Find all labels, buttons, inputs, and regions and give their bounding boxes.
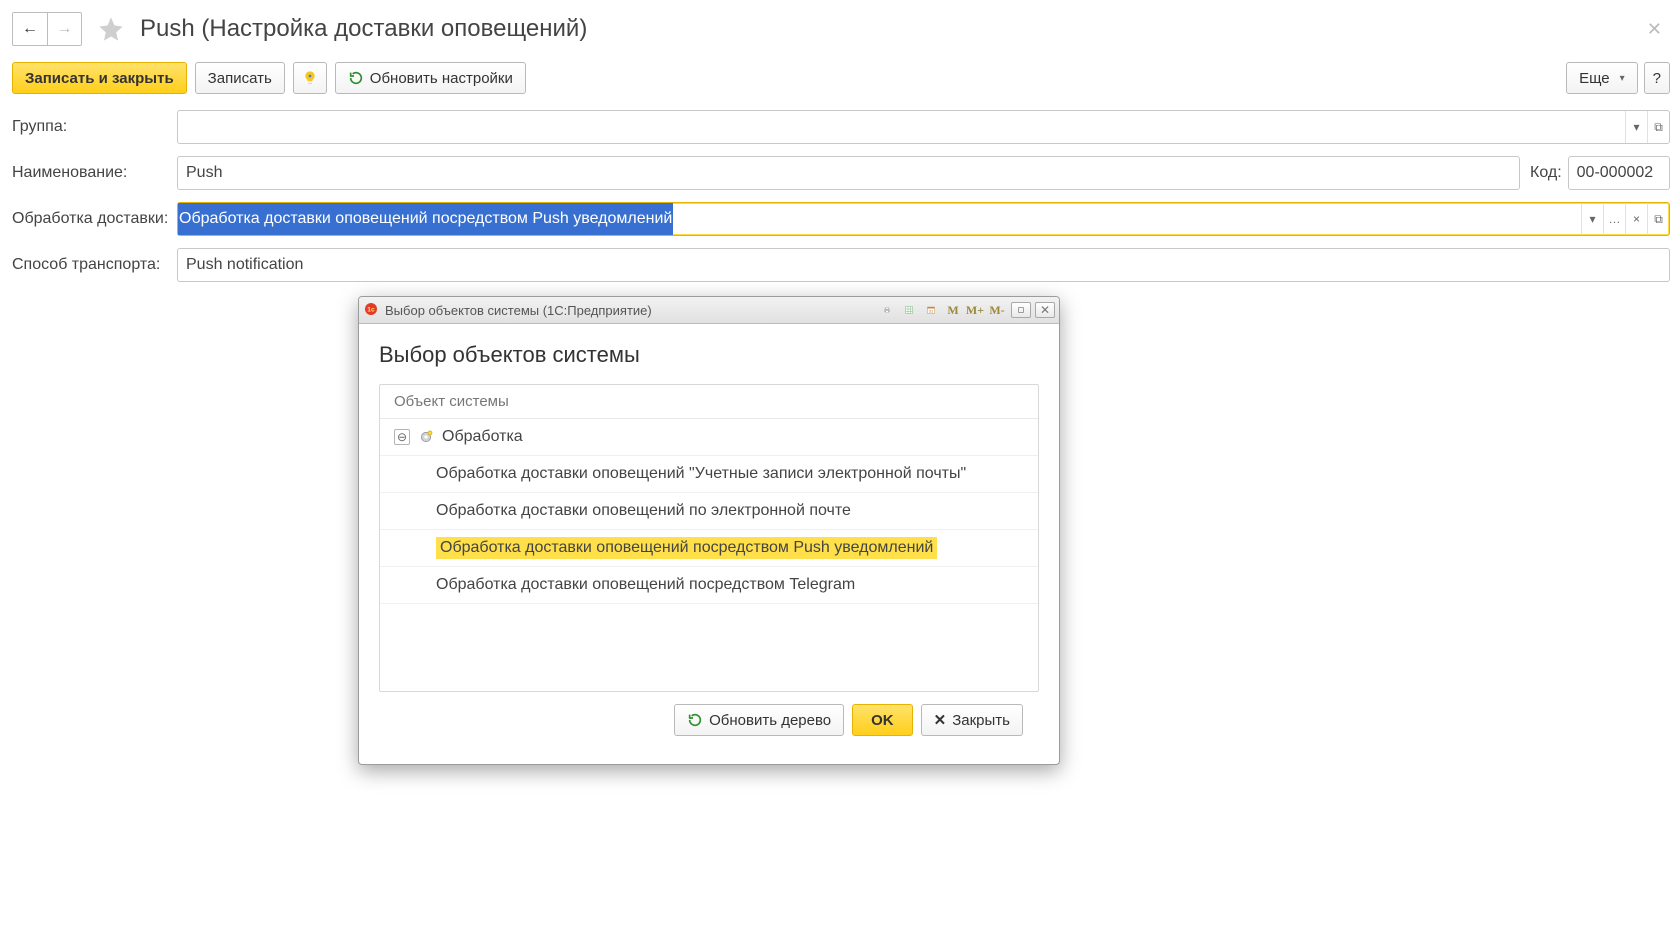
name-input[interactable] xyxy=(177,156,1520,190)
name-label: Наименование: xyxy=(12,164,177,182)
tree-child-label: Обработка доставки оповещений "Учетные з… xyxy=(436,465,966,483)
tree-row[interactable]: Обработка доставки оповещений "Учетные з… xyxy=(380,456,1038,493)
tree-collapse-icon[interactable]: ⊖ xyxy=(394,429,410,445)
dialog-restore-button[interactable] xyxy=(1011,302,1031,318)
dialog-close-button[interactable]: ✕ xyxy=(1035,302,1055,318)
lightbulb-icon xyxy=(302,70,318,86)
refresh-settings-button[interactable]: Обновить настройки xyxy=(335,62,526,94)
refresh-icon xyxy=(348,70,364,86)
svg-text:1c: 1c xyxy=(367,306,375,313)
tree-row[interactable]: Обработка доставки оповещений посредство… xyxy=(380,567,1038,604)
save-and-close-button[interactable]: Записать и закрыть xyxy=(12,62,187,94)
transport-label: Способ транспорта: xyxy=(12,256,177,274)
tree-row-selected[interactable]: Обработка доставки оповещений посредство… xyxy=(380,530,1038,567)
close-page-button[interactable]: ✕ xyxy=(1639,15,1670,44)
handler-input[interactable]: Обработка доставки оповещений посредство… xyxy=(177,202,1670,236)
refresh-icon xyxy=(687,712,703,728)
code-value[interactable]: 00-000002 xyxy=(1568,156,1670,190)
group-dropdown-button[interactable]: ▾ xyxy=(1625,111,1647,143)
tips-button[interactable] xyxy=(293,62,327,94)
toolbar: Записать и закрыть Записать Обновить нас… xyxy=(12,62,1670,94)
nav-buttons: ← → xyxy=(12,12,82,46)
dialog-toolbar-mplus-button[interactable]: M+ xyxy=(965,301,985,319)
code-label: Код: xyxy=(1530,164,1562,182)
name-input-field[interactable] xyxy=(178,157,1519,189)
svg-text:31: 31 xyxy=(929,309,934,314)
handler-choose-button[interactable]: … xyxy=(1603,203,1625,235)
processor-icon xyxy=(418,429,434,445)
tree-row-parent[interactable]: ⊖ Обработка xyxy=(380,419,1038,456)
refresh-settings-label: Обновить настройки xyxy=(370,70,513,87)
handler-clear-button[interactable]: × xyxy=(1625,203,1647,235)
tree-column-header: Объект системы xyxy=(380,385,1038,419)
dialog-titlebar[interactable]: 1c Выбор объектов системы (1С:Предприяти… xyxy=(359,297,1059,324)
group-input[interactable]: ▾ ⧉ xyxy=(177,110,1670,144)
back-button[interactable]: ← xyxy=(13,13,47,45)
dialog-toolbar-print-icon[interactable] xyxy=(877,301,897,319)
close-dialog-label: Закрыть xyxy=(952,712,1010,729)
tree-child-label: Обработка доставки оповещений посредство… xyxy=(436,537,937,559)
tree-parent-label: Обработка xyxy=(442,428,523,446)
refresh-tree-button[interactable]: Обновить дерево xyxy=(674,704,844,736)
dialog-footer: Обновить дерево OK ✕ Закрыть xyxy=(379,692,1039,750)
chevron-down-icon: ▾ xyxy=(1620,73,1625,84)
dialog-heading: Выбор объектов системы xyxy=(379,342,1039,368)
group-label: Группа: xyxy=(12,118,177,136)
app-logo-icon: 1c xyxy=(363,302,379,319)
refresh-tree-label: Обновить дерево xyxy=(709,712,831,729)
handler-label: Обработка доставки: xyxy=(12,210,177,228)
more-label: Еще xyxy=(1579,70,1610,87)
star-icon xyxy=(97,15,125,43)
group-value xyxy=(178,111,1625,143)
transport-value: Push notification xyxy=(178,249,1669,281)
dialog-toolbar-grid-icon[interactable] xyxy=(899,301,919,319)
dialog-titlebar-text: Выбор объектов системы (1С:Предприятие) xyxy=(385,303,652,318)
handler-open-button[interactable]: ⧉ xyxy=(1647,203,1669,235)
group-open-button[interactable]: ⧉ xyxy=(1647,111,1669,143)
more-button[interactable]: Еще ▾ xyxy=(1566,62,1638,94)
close-dialog-button[interactable]: ✕ Закрыть xyxy=(921,704,1023,736)
choose-object-dialog: 1c Выбор объектов системы (1С:Предприяти… xyxy=(358,296,1060,765)
page-title: Push (Настройка доставки оповещений) xyxy=(140,15,587,43)
transport-input[interactable]: Push notification xyxy=(177,248,1670,282)
ok-button[interactable]: OK xyxy=(852,704,913,736)
tree-row[interactable]: Обработка доставки оповещений по электро… xyxy=(380,493,1038,530)
dialog-toolbar-m-button[interactable]: M xyxy=(943,301,963,319)
object-tree[interactable]: Объект системы ⊖ Обработка Обработка дос… xyxy=(379,384,1039,692)
favorite-star-button[interactable] xyxy=(90,10,132,48)
header-row: ← → Push (Настройка доставки оповещений)… xyxy=(12,10,1670,48)
dialog-toolbar-mminus-button[interactable]: M- xyxy=(987,301,1007,319)
handler-dropdown-button[interactable]: ▾ xyxy=(1581,203,1603,235)
tree-child-label: Обработка доставки оповещений по электро… xyxy=(436,502,851,520)
dialog-toolbar-calendar-icon[interactable]: 31 xyxy=(921,301,941,319)
close-icon: ✕ xyxy=(934,711,947,729)
handler-value: Обработка доставки оповещений посредство… xyxy=(178,203,673,235)
save-button[interactable]: Записать xyxy=(195,62,285,94)
forward-button[interactable]: → xyxy=(47,13,81,45)
help-button[interactable]: ? xyxy=(1644,62,1670,94)
tree-child-label: Обработка доставки оповещений посредство… xyxy=(436,576,855,594)
